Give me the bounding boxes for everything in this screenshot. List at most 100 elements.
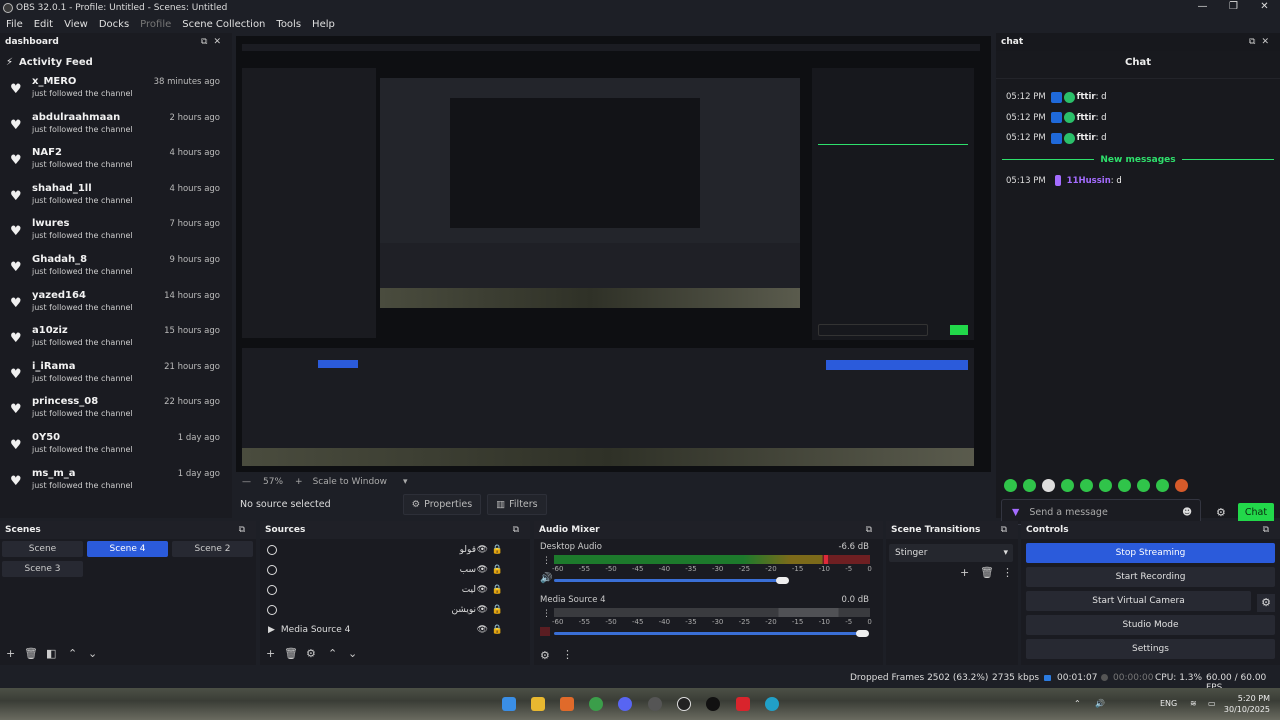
chat-settings-icon[interactable]: ⚙ [1216, 506, 1226, 519]
dock-float-icon[interactable]: ⧉ [1263, 525, 1275, 535]
lock-icon[interactable]: 🔒 [492, 545, 503, 555]
lock-icon[interactable]: 🔒 [492, 605, 503, 615]
menu-help[interactable]: Help [306, 19, 340, 30]
menu-profile[interactable]: Profile [134, 19, 176, 30]
add-scene-button[interactable]: + [6, 647, 15, 660]
activity-feed-item[interactable]: ♥ i_iRama just followed the channel 21 hour… [0, 358, 232, 394]
close-button[interactable]: ✕ [1249, 0, 1280, 16]
lock-icon[interactable]: 🔒 [492, 625, 503, 635]
emote-icon[interactable] [1061, 479, 1074, 492]
properties-button[interactable]: ⚙ Properties [402, 493, 482, 515]
add-source-button[interactable]: + [266, 647, 275, 660]
emote-icon[interactable] [1042, 479, 1055, 492]
maximize-button[interactable]: ❐ [1218, 0, 1249, 16]
transition-menu-icon[interactable]: ⋮ [1002, 566, 1013, 579]
activity-feed-item[interactable]: ♥ ms_m_a just followed the channel 1 day ag… [0, 465, 232, 501]
start-recording-button[interactable]: Start Recording [1026, 567, 1275, 587]
activity-feed-item[interactable]: ♥ Ghadah_8 just followed the channel 9 hour… [0, 251, 232, 287]
activity-feed-item[interactable]: ♥ NAF2 just followed the channel 4 hours ag… [0, 144, 232, 180]
eye-icon[interactable]: 👁 [477, 545, 488, 555]
system-clock[interactable]: 5:20 PM 30/10/2025 [1224, 693, 1270, 715]
source-item[interactable]: قولو 👁 🔒 [266, 540, 516, 560]
emote-icon[interactable] [1099, 479, 1112, 492]
scene-filters-button[interactable]: ◧ [46, 647, 56, 660]
activity-feed-item[interactable]: ♥ shahad_1ll just followed the channel 4 ho… [0, 180, 232, 216]
chevron-down-icon[interactable]: ▾ [403, 477, 408, 487]
transition-select[interactable]: Stinger ▾ [889, 544, 1013, 562]
settings-button[interactable]: Settings [1026, 639, 1275, 659]
menu-view[interactable]: View [58, 19, 93, 30]
emote-icon[interactable] [1023, 479, 1036, 492]
scale-mode[interactable]: Scale to Window [313, 477, 387, 487]
scene-item-active[interactable]: Scene 4 [87, 541, 168, 557]
edge-icon[interactable] [765, 697, 779, 711]
stop-streaming-button[interactable]: Stop Streaming [1026, 543, 1275, 563]
emote-icon[interactable] [1004, 479, 1017, 492]
start-icon[interactable] [502, 697, 516, 711]
emote-icon[interactable] [1175, 479, 1188, 492]
activity-feed-item[interactable]: ♥ 0Y50 just followed the channel 1 day ago [0, 429, 232, 465]
activity-feed-item[interactable]: ♥ a10ziz just followed the channel 15 hours… [0, 322, 232, 358]
chat-send-button[interactable]: Chat [1238, 503, 1274, 523]
discord-icon[interactable] [618, 697, 632, 711]
volume-slider[interactable] [554, 632, 864, 635]
advanced-audio-icon[interactable]: ⚙ [540, 649, 550, 662]
menu-file[interactable]: File [0, 19, 28, 30]
mixer-menu-icon[interactable]: ⋮ [562, 648, 573, 661]
virtual-camera-settings-icon[interactable]: ⚙ [1257, 594, 1275, 612]
remove-source-button[interactable]: 🗑 [284, 647, 298, 660]
dock-controls[interactable]: ⧉✕ [1249, 37, 1275, 47]
minimize-button[interactable]: — [1187, 0, 1218, 16]
message-user[interactable]: fttir [1077, 113, 1096, 123]
dock-float-icon[interactable]: ⧉ [866, 525, 878, 535]
move-up-button[interactable]: ⌃ [68, 647, 77, 660]
eye-icon[interactable]: 👁 [477, 625, 488, 635]
start-virtual-camera-button[interactable]: Start Virtual Camera [1026, 591, 1251, 611]
scene-item[interactable]: Scene 3 [2, 561, 83, 577]
wifi-tray-icon[interactable]: ≋ [1190, 699, 1197, 708]
source-item[interactable]: ليت 👁 🔒 [266, 580, 516, 600]
emoji-icon[interactable]: ☻ [1182, 507, 1192, 518]
chrome-icon[interactable] [589, 697, 603, 711]
move-down-button[interactable]: ⌄ [88, 647, 97, 660]
message-user[interactable]: fttir [1077, 92, 1096, 102]
filters-button[interactable]: ▥ Filters [487, 493, 547, 515]
capcut-icon[interactable] [706, 697, 720, 711]
settings-icon[interactable] [648, 697, 662, 711]
mute-icon[interactable]: 🔊 [540, 573, 552, 584]
source-item[interactable]: سب 👁 🔒 [266, 560, 516, 580]
remove-transition-button[interactable]: 🗑 [980, 566, 994, 579]
source-item[interactable]: ▶ Media Source 4 👁 🔒 [266, 620, 516, 640]
menu-edit[interactable]: Edit [28, 19, 58, 30]
message-user[interactable]: 11Hussin [1067, 176, 1111, 186]
volume-slider-knob[interactable] [856, 630, 869, 637]
eye-icon[interactable]: 👁 [477, 565, 488, 575]
move-down-button[interactable]: ⌄ [348, 647, 357, 660]
channel-menu-icon[interactable]: ⋮ [542, 609, 551, 619]
file-explorer-icon[interactable] [531, 697, 545, 711]
scene-item[interactable]: Scene [2, 541, 83, 557]
source-properties-button[interactable]: ⚙ [306, 647, 316, 660]
dock-float-icon[interactable]: ⧉ [1001, 525, 1013, 535]
remove-scene-button[interactable]: 🗑 [24, 647, 38, 660]
activity-feed-item[interactable]: ♥ yazed164 just followed the channel 14 hou… [0, 287, 232, 323]
lock-icon[interactable]: 🔒 [492, 585, 503, 595]
eye-icon[interactable]: 👁 [477, 605, 488, 615]
dock-controls[interactable]: ⧉✕ [201, 37, 227, 47]
bits-icon[interactable]: ▼ [1012, 507, 1019, 518]
obs-icon[interactable] [677, 697, 691, 711]
lang-indicator[interactable]: ENG [1160, 699, 1177, 708]
activity-feed-item[interactable]: ♥ x_MERO just followed the channel 38 minut… [0, 73, 232, 109]
emote-icon[interactable] [1156, 479, 1169, 492]
zoom-in-button[interactable]: + [295, 477, 303, 487]
menu-docks[interactable]: Docks [93, 19, 134, 30]
channel-menu-icon[interactable]: ⋮ [542, 556, 551, 566]
source-item[interactable]: نويشن 👁 🔒 [266, 600, 516, 620]
menu-scene-collection[interactable]: Scene Collection [176, 19, 270, 30]
zoom-out-button[interactable]: — [242, 477, 251, 487]
dock-float-icon[interactable]: ⧉ [513, 525, 525, 535]
scene-item[interactable]: Scene 2 [172, 541, 253, 557]
app-icon[interactable] [736, 697, 750, 711]
dock-float-icon[interactable]: ⧉ [239, 525, 251, 535]
activity-feed-item[interactable]: ♥ lwures just followed the channel 7 hours … [0, 215, 232, 251]
